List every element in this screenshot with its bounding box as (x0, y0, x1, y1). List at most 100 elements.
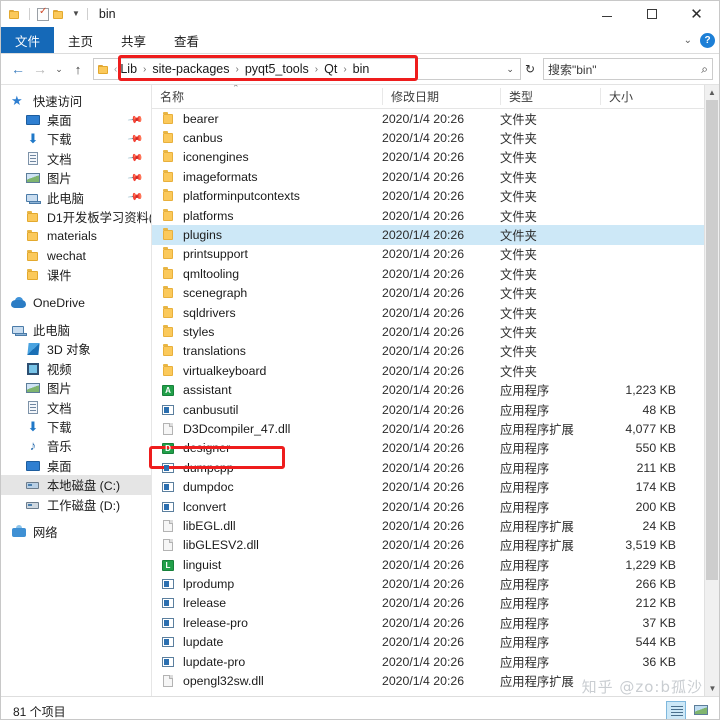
tab-share[interactable]: 共享 (107, 27, 160, 53)
search-input[interactable]: 搜索"bin" (548, 61, 701, 78)
sidebar-item-network[interactable]: 网络 (1, 522, 151, 541)
table-row[interactable]: printsupport 2020/1/4 20:26 文件夹 (152, 245, 719, 264)
file-name-cell[interactable]: iconengines (152, 149, 382, 165)
chevron-down-icon[interactable]: ⌄ (506, 64, 514, 75)
table-row[interactable]: libEGL.dll 2020/1/4 20:26 应用程序扩展 24 KB (152, 516, 719, 535)
pin-icon[interactable]: 📌 (126, 170, 143, 186)
refresh-button[interactable]: ↻ (525, 62, 535, 76)
column-header-size[interactable]: 大小 (600, 88, 690, 105)
file-name-cell[interactable]: canbus (152, 130, 382, 146)
up-button[interactable]: ↑ (67, 57, 89, 81)
table-row[interactable]: lprodump 2020/1/4 20:26 应用程序 266 KB (152, 574, 719, 593)
table-row[interactable]: qmltooling 2020/1/4 20:26 文件夹 (152, 264, 719, 283)
file-row-designer[interactable]: D designer 2020/1/4 20:26 应用程序 550 KB (152, 439, 719, 458)
table-row[interactable]: translations 2020/1/4 20:26 文件夹 (152, 342, 719, 361)
pin-icon[interactable]: 📌 (126, 131, 143, 147)
table-row[interactable]: scenegraph 2020/1/4 20:26 文件夹 (152, 284, 719, 303)
sidebar-item-this-pc-quick[interactable]: 此电脑 📌 (1, 188, 151, 207)
sidebar-item-videos[interactable]: 视频 (1, 359, 151, 378)
file-name-cell[interactable]: lupdate-pro (152, 654, 382, 670)
scrollbar-thumb[interactable] (706, 100, 718, 580)
sidebar-item-downloads-pc[interactable]: ⬇ 下载 (1, 417, 151, 436)
table-row[interactable]: styles 2020/1/4 20:26 文件夹 (152, 322, 719, 341)
sidebar-item-materials[interactable]: materials (1, 227, 151, 246)
scroll-up-arrow-icon[interactable]: ▲ (705, 85, 719, 100)
breadcrumb-bar[interactable]: ‹ Lib › site-packages › pyqt5_tools › Qt… (93, 58, 521, 80)
table-row[interactable]: plugins 2020/1/4 20:26 文件夹 (152, 225, 719, 245)
table-row[interactable]: L linguist 2020/1/4 20:26 应用程序 1,229 KB (152, 555, 719, 574)
file-name-cell[interactable]: printsupport (152, 246, 382, 262)
details-view-button[interactable] (666, 701, 686, 719)
breadcrumb-separator[interactable]: › (143, 64, 146, 75)
table-row[interactable]: platforminputcontexts 2020/1/4 20:26 文件夹 (152, 187, 719, 206)
breadcrumb-separator[interactable]: › (343, 64, 346, 75)
file-name-cell[interactable]: translations (152, 343, 382, 359)
table-row[interactable]: imageformats 2020/1/4 20:26 文件夹 (152, 167, 719, 186)
table-row[interactable]: sqldrivers 2020/1/4 20:26 文件夹 (152, 303, 719, 322)
pin-icon[interactable]: 📌 (126, 189, 143, 205)
sidebar-item-documents-pc[interactable]: 文档 (1, 398, 151, 417)
file-name-cell[interactable]: L linguist (152, 557, 382, 573)
column-header-date[interactable]: 修改日期 (382, 88, 500, 105)
sidebar-item-desktop[interactable]: 桌面 📌 (1, 110, 151, 129)
file-name-cell[interactable]: sqldrivers (152, 305, 382, 321)
pin-icon[interactable]: 📌 (126, 151, 143, 167)
pin-icon[interactable]: 📌 (126, 112, 143, 128)
file-list-pane[interactable]: 名称 ⌃ 修改日期 类型 大小 bearer 2020/1/4 20:26 文件… (152, 85, 719, 696)
file-name-cell[interactable]: plugins (152, 227, 382, 243)
breadcrumb-item-lib[interactable]: Lib (120, 62, 137, 76)
sidebar-item-music[interactable]: ♪ 音乐 (1, 437, 151, 456)
scroll-down-arrow-icon[interactable]: ▼ (705, 681, 719, 696)
sidebar-item-quick-access[interactable]: ★ 快速访问 (1, 91, 151, 110)
file-name-cell[interactable]: imageformats (152, 169, 382, 185)
breadcrumb-item-bin[interactable]: bin (353, 62, 370, 76)
minimize-button[interactable] (584, 1, 629, 27)
breadcrumb-separator[interactable]: › (315, 64, 318, 75)
file-name-cell[interactable]: opengl32sw.dll (152, 673, 382, 689)
breadcrumb-separator[interactable]: › (236, 64, 239, 75)
properties-icon[interactable] (37, 6, 49, 21)
column-header-type[interactable]: 类型 (500, 88, 600, 105)
chevron-down-icon[interactable]: ▼ (72, 10, 80, 18)
sidebar-item-wechat[interactable]: wechat (1, 246, 151, 265)
table-row[interactable]: iconengines 2020/1/4 20:26 文件夹 (152, 148, 719, 167)
file-name-cell[interactable]: qmltooling (152, 266, 382, 282)
search-box[interactable]: 搜索"bin" ⌕ (543, 58, 713, 80)
sidebar-item-3d-objects[interactable]: 3D 对象 (1, 340, 151, 359)
close-button[interactable]: ✕ (674, 1, 719, 27)
file-name-cell[interactable]: libGLESV2.dll (152, 537, 382, 553)
file-name-cell[interactable]: lconvert (152, 499, 382, 515)
sidebar-item-courseware[interactable]: 课件 (1, 266, 151, 285)
table-row[interactable]: lconvert 2020/1/4 20:26 应用程序 200 KB (152, 497, 719, 516)
table-row[interactable]: lupdate-pro 2020/1/4 20:26 应用程序 36 KB (152, 652, 719, 671)
table-row[interactable]: canbusutil 2020/1/4 20:26 应用程序 48 KB (152, 400, 719, 419)
table-row[interactable]: A assistant 2020/1/4 20:26 应用程序 1,223 KB (152, 380, 719, 399)
file-name-cell[interactable]: styles (152, 324, 382, 340)
table-row[interactable]: opengl32sw.dll 2020/1/4 20:26 应用程序扩展 (152, 671, 719, 690)
sidebar-item-onedrive[interactable]: OneDrive (1, 293, 151, 312)
table-row[interactable]: platforms 2020/1/4 20:26 文件夹 (152, 206, 719, 225)
help-icon[interactable]: ? (700, 32, 715, 48)
navigation-pane[interactable]: ★ 快速访问 桌面 📌 ⬇ 下载 📌 文档 📌 图片 📌 此电脑 📌 D1开发板… (1, 85, 152, 696)
breadcrumb-item-site-packages[interactable]: site-packages (152, 62, 229, 76)
file-name-cell[interactable]: scenegraph (152, 285, 382, 301)
file-name-cell[interactable]: libEGL.dll (152, 518, 382, 534)
recent-locations-button[interactable]: ⌄ (51, 57, 67, 81)
breadcrumb-item-qt[interactable]: Qt (324, 62, 337, 76)
file-name-cell[interactable]: bearer (152, 111, 382, 127)
column-header-name[interactable]: 名称 ⌃ (152, 85, 382, 105)
file-name-cell[interactable]: dumpcpp (152, 460, 382, 476)
maximize-button[interactable] (629, 1, 674, 27)
file-name-cell[interactable]: virtualkeyboard (152, 363, 382, 379)
file-name-cell[interactable]: canbusutil (152, 402, 382, 418)
sidebar-item-work-disk-d[interactable]: 工作磁盘 (D:) (1, 495, 151, 514)
file-name-cell[interactable]: A assistant (152, 382, 382, 398)
vertical-scrollbar[interactable]: ▲ ▼ (704, 85, 719, 696)
file-name-cell[interactable]: D designer (152, 440, 382, 456)
sidebar-item-desktop-pc[interactable]: 桌面 (1, 456, 151, 475)
file-name-cell[interactable]: platforminputcontexts (152, 188, 382, 204)
sidebar-item-documents[interactable]: 文档 📌 (1, 149, 151, 168)
file-name-cell[interactable]: lupdate (152, 634, 382, 650)
sidebar-item-downloads[interactable]: ⬇ 下载 📌 (1, 130, 151, 149)
new-folder-icon[interactable] (53, 9, 66, 20)
